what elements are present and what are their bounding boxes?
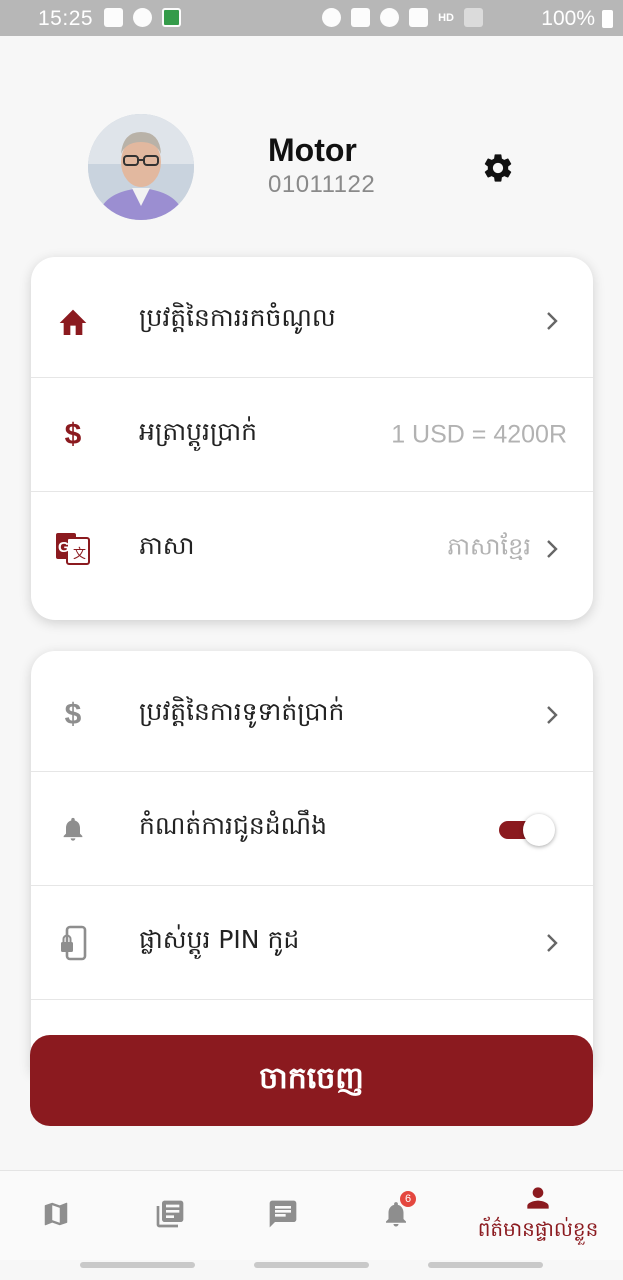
status-time: 15:25 xyxy=(38,7,94,30)
toggle-knob xyxy=(523,813,555,846)
exchange-rate-label: អត្រាប្តូរប្រាក់ xyxy=(139,416,258,446)
status-right-icons: HD xyxy=(322,8,483,27)
person-icon xyxy=(527,1187,549,1209)
home-icon xyxy=(55,303,91,339)
battery-percent: 100% xyxy=(541,7,595,30)
svg-text:文: 文 xyxy=(73,547,86,562)
gesture-bar-center xyxy=(254,1262,369,1268)
alarm-icon xyxy=(322,8,342,27)
notification-toggle[interactable] xyxy=(499,813,555,846)
notification-badge: 6 xyxy=(400,1191,416,1207)
dollar-icon: $ xyxy=(64,697,82,731)
logout-button[interactable]: ចាកចេញ xyxy=(30,1035,593,1126)
notification-setting-label: កំណត់ការជូនដំណឹង xyxy=(139,810,327,840)
gallery-icon xyxy=(104,8,123,27)
nav-map[interactable] xyxy=(24,1171,88,1257)
mute-icon xyxy=(351,8,371,27)
gear-icon xyxy=(484,154,512,182)
settings-card-primary: ប្រវត្តិនៃការរកចំណូល $ អត្រាប្តូរប្រាក់ … xyxy=(31,257,593,620)
nav-profile[interactable]: ព័ត៌មានផ្ទាល់ខ្លួន xyxy=(462,1171,614,1257)
gesture-bar-left xyxy=(80,1262,195,1268)
nav-messages[interactable] xyxy=(251,1171,315,1257)
avatar[interactable] xyxy=(88,114,194,220)
map-icon xyxy=(44,1202,68,1226)
network-type: HD xyxy=(438,11,454,24)
settings-button[interactable] xyxy=(478,148,518,188)
income-history-row[interactable]: ប្រវត្តិនៃការរកចំណូល xyxy=(31,264,593,378)
dollar-icon: $ xyxy=(64,417,82,451)
nav-notifications[interactable]: 6 xyxy=(364,1171,428,1257)
chevron-right-icon xyxy=(547,705,558,724)
list-icon xyxy=(156,1200,184,1228)
exchange-rate-value: 1 USD = 4200R xyxy=(391,420,567,448)
battery-icon xyxy=(602,10,613,28)
profile-name: Motor xyxy=(268,132,357,168)
profile-phone: 01011122 xyxy=(268,171,376,198)
chevron-right-icon xyxy=(547,311,558,330)
nav-profile-label: ព័ត៌មានផ្ទាល់ខ្លួន xyxy=(477,1217,599,1241)
chevron-right-icon xyxy=(547,540,558,558)
change-pin-label: ផ្លាស់ប្តូរ PIN កូដ xyxy=(139,924,300,954)
language-value: ភាសាខ្មែរ xyxy=(447,532,531,561)
chevron-right-icon xyxy=(547,933,558,952)
settings-card-secondary: $ ប្រវត្តិនៃការទូទាត់ប្រាក់ កំណត់ការជូនដ… xyxy=(31,651,593,1071)
app-notification-icon xyxy=(162,8,181,27)
message-icon xyxy=(269,1200,297,1228)
location-icon xyxy=(380,8,400,27)
payment-history-label: ប្រវត្តិនៃការទូទាត់ប្រាក់ xyxy=(139,696,345,726)
nav-orders[interactable] xyxy=(138,1171,202,1257)
exchange-rate-row: $ អត្រាប្តូរប្រាក់ 1 USD = 4200R xyxy=(31,378,593,492)
phone-lock-icon xyxy=(55,925,91,961)
gesture-bar-right xyxy=(428,1262,543,1268)
income-history-label: ប្រវត្តិនៃការរកចំណូល xyxy=(139,302,336,332)
bell-icon xyxy=(55,811,91,847)
messenger-icon xyxy=(133,8,152,27)
language-row[interactable]: G 文 ភាសា ភាសាខ្មែរ xyxy=(31,492,593,606)
notification-setting-row: កំណត់ការជូនដំណឹង xyxy=(31,772,593,886)
language-label: ភាសា xyxy=(139,531,195,560)
bottom-nav: 6 ព័ត៌មានផ្ទាល់ខ្លួន xyxy=(0,1170,623,1260)
change-pin-row[interactable]: ផ្លាស់ប្តូរ PIN កូដ xyxy=(31,886,593,1000)
status-left-icons xyxy=(104,8,181,27)
status-bar: 15:25 HD 100% xyxy=(0,0,623,36)
svg-text:G: G xyxy=(58,539,70,556)
translate-icon: G 文 xyxy=(55,531,91,567)
payment-history-row[interactable]: $ ប្រវត្តិនៃការទូទាត់ប្រាក់ xyxy=(31,658,593,772)
signal-icon xyxy=(464,8,483,27)
wifi-icon xyxy=(409,8,429,27)
